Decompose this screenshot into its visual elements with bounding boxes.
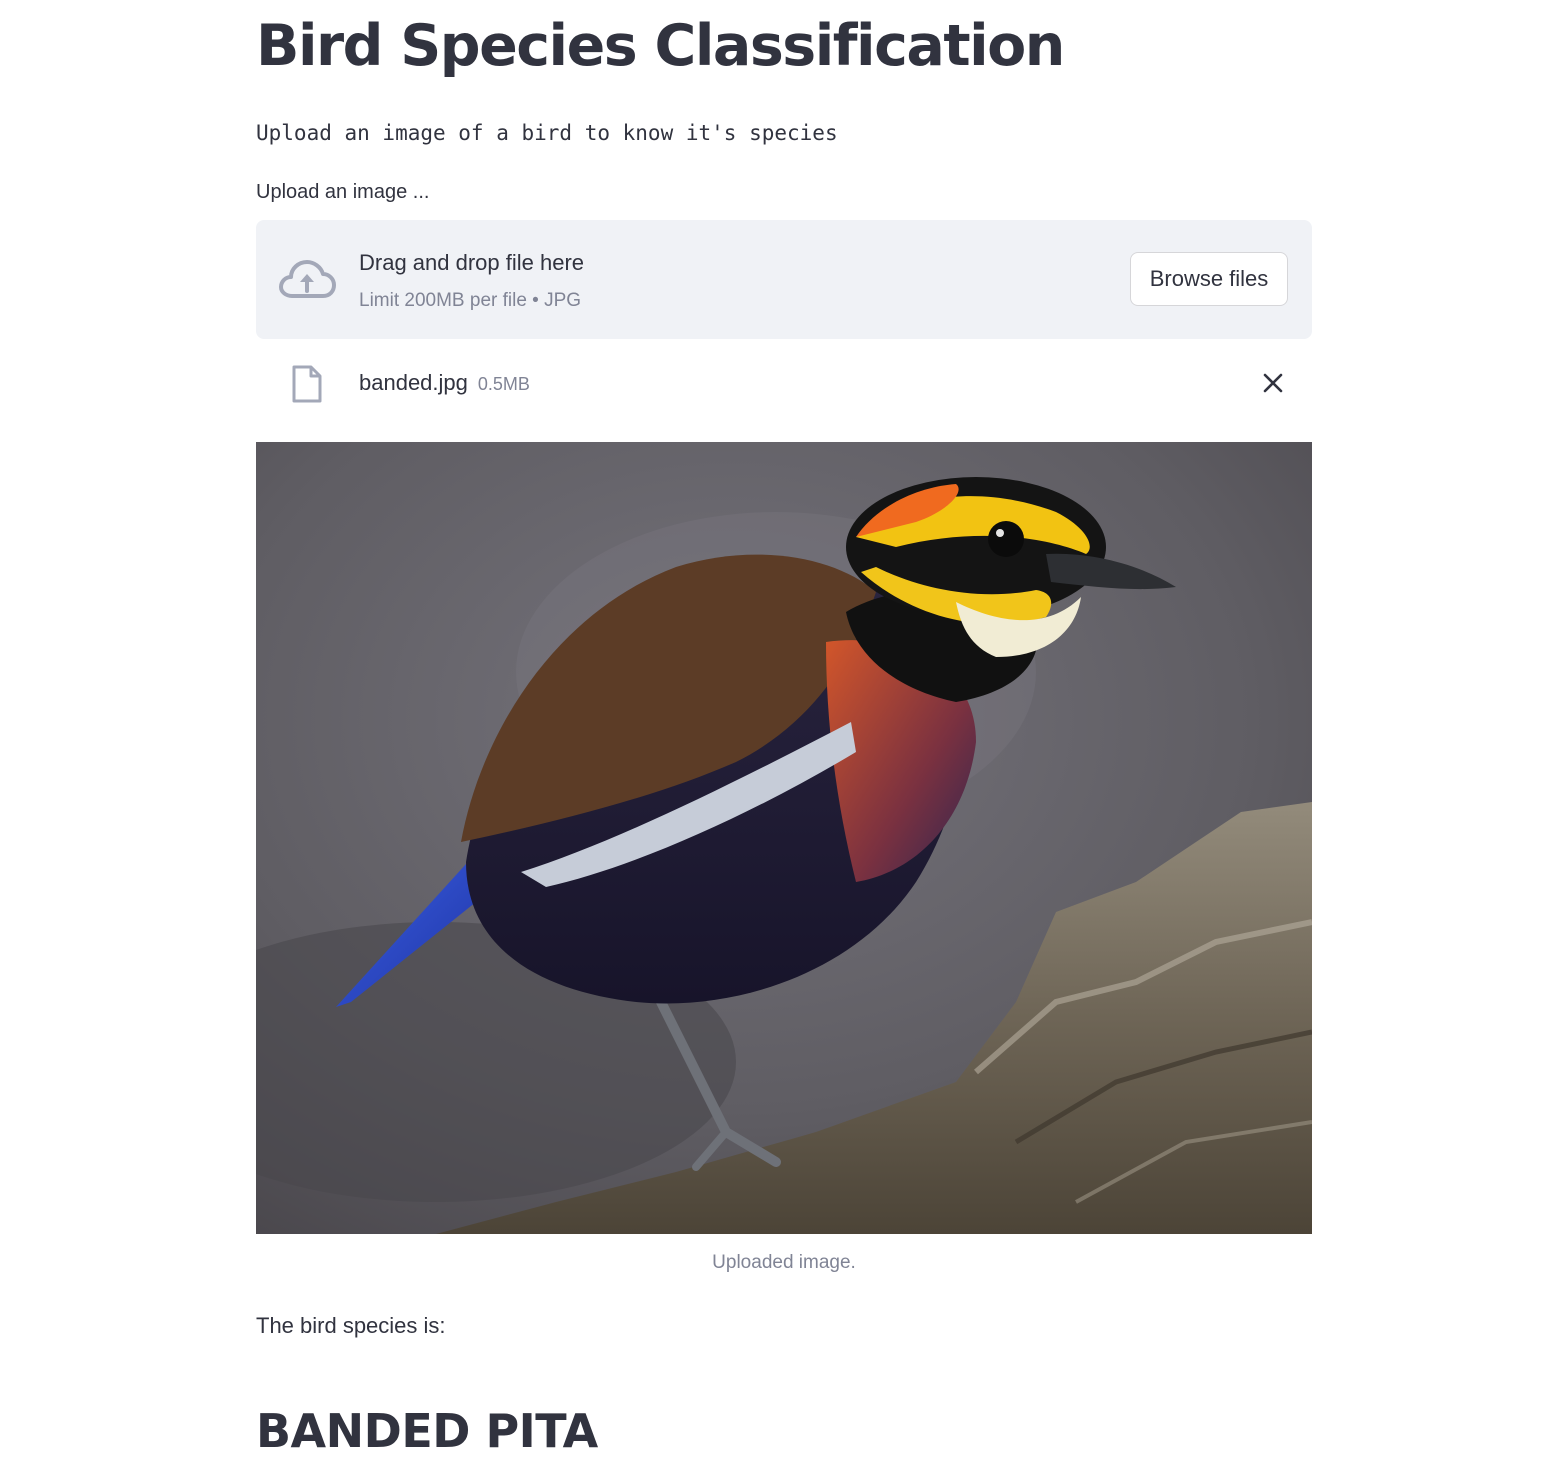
result-label: The bird species is: (256, 1313, 446, 1338)
close-icon (1263, 373, 1283, 393)
cloud-upload-icon (279, 260, 336, 298)
bird-photo (256, 442, 1312, 1234)
browse-files-button[interactable]: Browse files (1130, 252, 1288, 306)
predicted-species: BANDED PITA (256, 1404, 598, 1458)
file-uploader-label: Upload an image ... (256, 181, 430, 203)
remove-file-button[interactable] (1256, 366, 1290, 400)
uploaded-bird-image (256, 442, 1312, 1234)
uploaded-file-name-wrapper: banded.jpg 0.5MB (359, 368, 530, 399)
file-dropzone[interactable]: Drag and drop file here Limit 200MB per … (256, 220, 1312, 339)
dropzone-limit-text: Limit 200MB per file • JPG (359, 290, 582, 311)
uploaded-file-size: 0.5MB (477, 374, 530, 394)
file-icon (292, 365, 322, 403)
page-title: Bird Species Classification (256, 13, 1065, 79)
dropzone-instructions: Drag and drop file here (359, 250, 585, 275)
uploaded-file-item: banded.jpg 0.5MB (256, 356, 1312, 412)
image-caption: Uploaded image. (712, 1252, 856, 1273)
uploaded-file-name: banded.jpg (359, 370, 468, 395)
page-subtitle: Upload an image of a bird to know it's s… (256, 121, 838, 145)
